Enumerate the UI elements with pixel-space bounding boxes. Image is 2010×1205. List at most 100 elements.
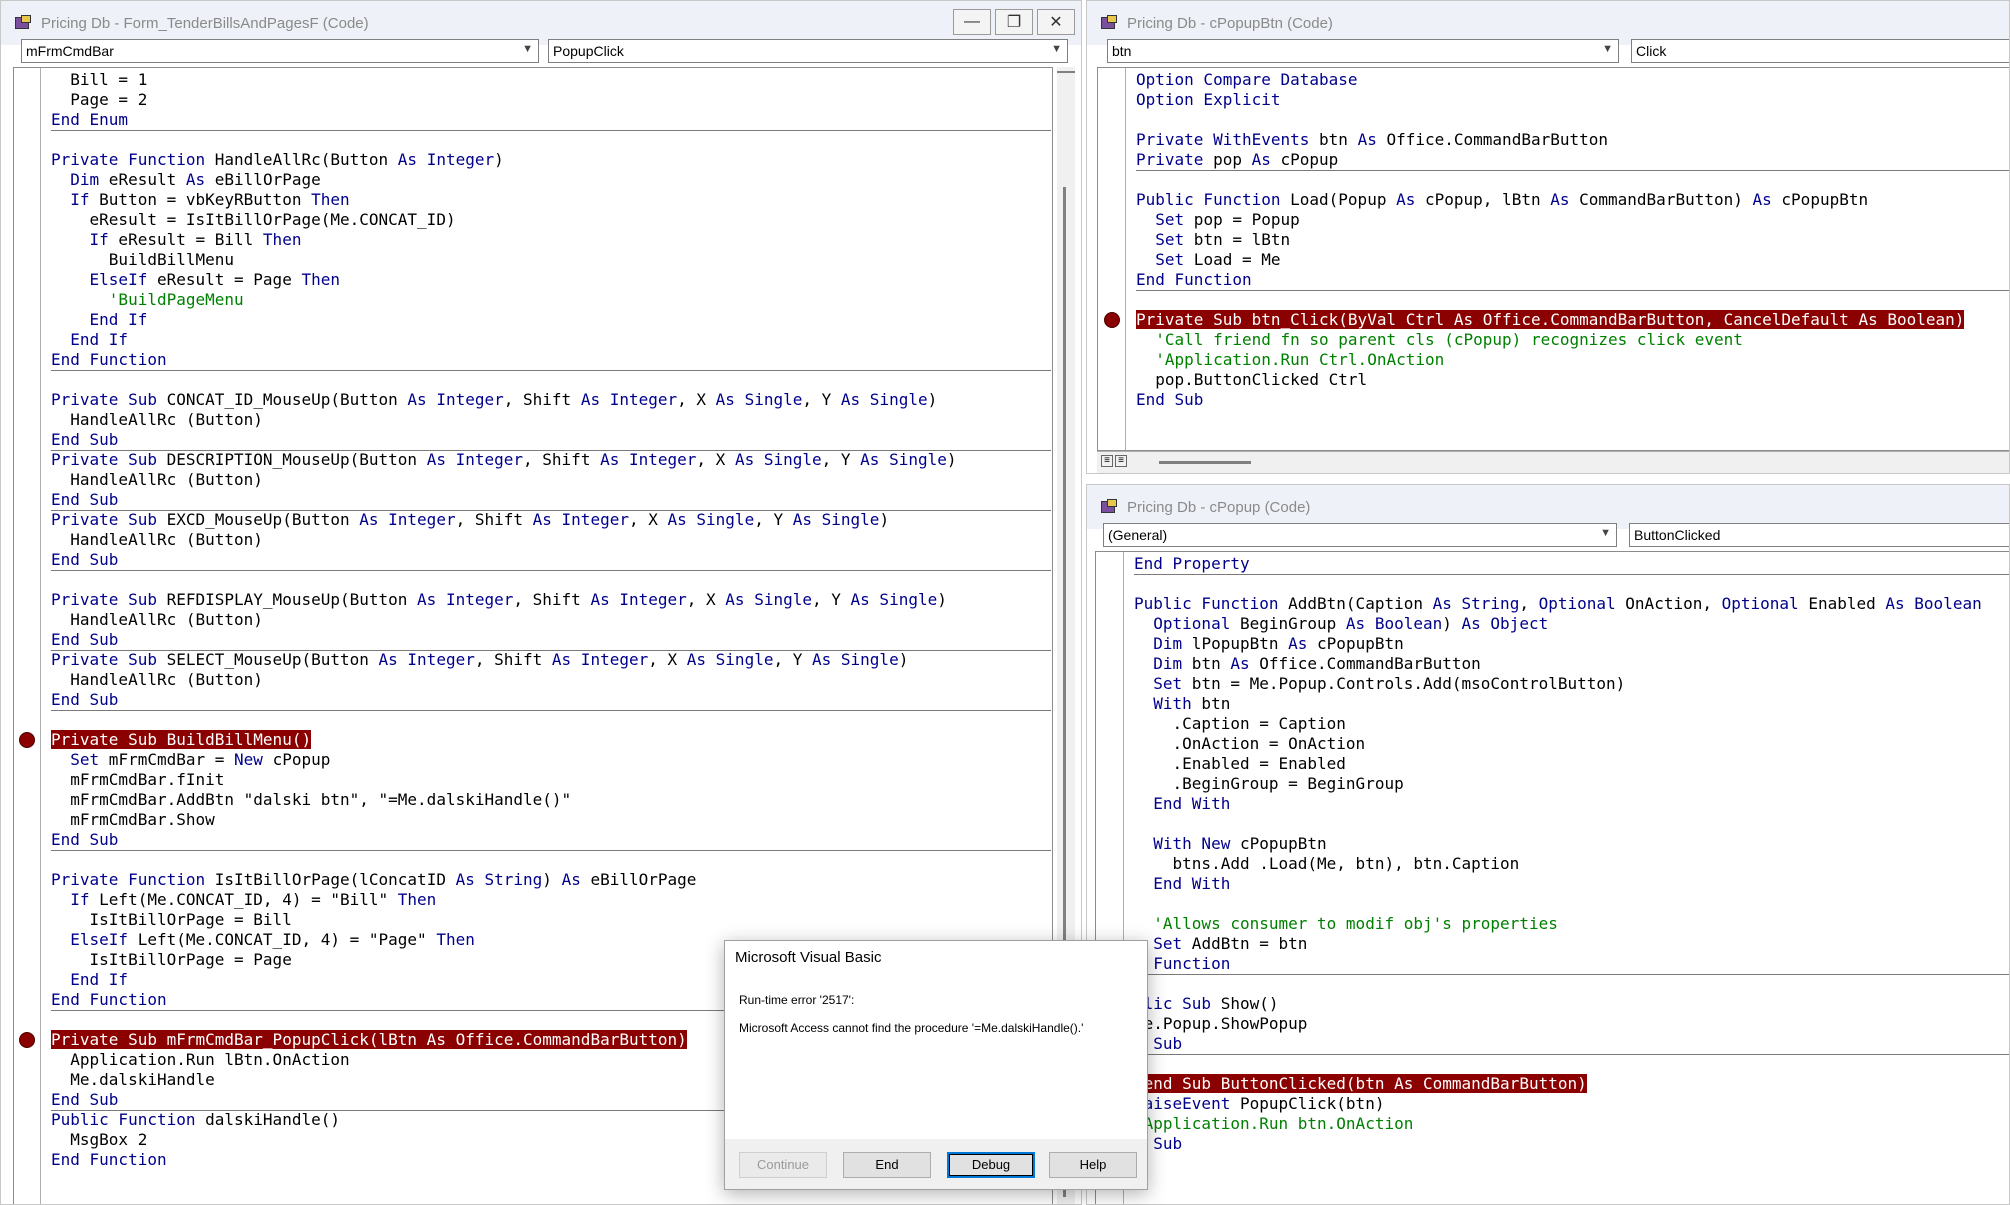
code-line[interactable]: End Sub (51, 490, 118, 510)
code-line[interactable]: Option Compare Database (1136, 70, 1358, 90)
code-line[interactable]: d Function (1134, 954, 1230, 974)
code-line[interactable]: Set btn = lBtn (1136, 230, 1290, 250)
code-line[interactable]: ElseIf eResult = Page Then (51, 270, 340, 290)
code-line[interactable]: End Sub (1136, 390, 1203, 410)
procedure-combo[interactable]: PopupClick ▼ (548, 39, 1068, 63)
code-line[interactable]: If Left(Me.CONCAT_ID, 4) = "Bill" Then (51, 890, 436, 910)
object-combo[interactable]: (General) ▼ (1103, 523, 1617, 547)
code-line[interactable]: End If (51, 310, 148, 330)
debug-button[interactable]: Debug (947, 1152, 1035, 1178)
close-button[interactable]: ✕ (1037, 9, 1075, 35)
code-line[interactable]: Private Sub CONCAT_ID_MouseUp(Button As … (51, 390, 937, 410)
chevron-down-icon[interactable]: ▼ (522, 43, 533, 55)
code-text[interactable]: Option Compare Database Option Explicit Pr… (1136, 70, 2009, 440)
code-line[interactable]: HandleAllRc (Button) (51, 610, 263, 630)
code-line[interactable]: MsgBox 2 (51, 1130, 147, 1150)
code-pane[interactable]: Option Compare Database Option Explicit Pr… (1097, 67, 2009, 451)
code-line[interactable]: Private Sub mFrmCmdBar_PopupClick(lBtn A… (51, 1030, 687, 1050)
code-line[interactable]: HandleAllRc (Button) (51, 410, 263, 430)
horizontal-scrollbar-thumb[interactable] (1159, 461, 1251, 464)
procedure-combo[interactable]: Click (1631, 39, 2009, 63)
full-module-view-icon[interactable]: ≡ (1115, 455, 1127, 467)
object-combo[interactable]: mFrmCmdBar ▼ (21, 39, 539, 63)
end-button[interactable]: End (843, 1152, 931, 1178)
code-line[interactable]: HandleAllRc (Button) (51, 470, 263, 490)
code-line[interactable]: pop.ButtonClicked Ctrl (1136, 370, 1367, 390)
code-line[interactable]: Set btn = Me.Popup.Controls.Add(msoContr… (1134, 674, 1625, 694)
code-line[interactable]: Dim lPopupBtn As cPopupBtn (1134, 634, 1403, 654)
code-line[interactable]: Private Function HandleAllRc(Button As I… (51, 150, 504, 170)
code-line[interactable]: Private Sub EXCD_MouseUp(Button As Integ… (51, 510, 889, 530)
code-text[interactable]: End Property Public Function AddBtn(Capti… (1134, 554, 2009, 1194)
code-line[interactable]: End Enum (51, 110, 128, 130)
code-line[interactable]: Private WithEvents btn As Office.Command… (1136, 130, 1608, 150)
code-line[interactable]: Set pop = Popup (1136, 210, 1300, 230)
code-line[interactable]: Set mFrmCmdBar = New cPopup (51, 750, 330, 770)
code-line[interactable]: End Function (51, 1150, 167, 1170)
code-line[interactable]: Page = 2 (51, 90, 147, 110)
minimize-button[interactable]: — (953, 9, 991, 35)
code-line[interactable]: 'Application.Run Ctrl.OnAction (1136, 350, 1444, 370)
code-line[interactable]: mFrmCmdBar.fInit (51, 770, 224, 790)
code-line[interactable]: End Sub (51, 550, 118, 570)
procedure-combo[interactable]: ButtonClicked (1629, 523, 2009, 547)
help-button[interactable]: Help (1049, 1152, 1137, 1178)
code-line[interactable]: Set AddBtn = btn (1134, 934, 1307, 954)
code-line[interactable]: Me.dalskiHandle (51, 1070, 215, 1090)
code-line[interactable]: iend Sub ButtonClicked(btn As CommandBar… (1134, 1074, 1587, 1094)
code-line[interactable]: eResult = IsItBillOrPage(Me.CONCAT_ID) (51, 210, 456, 230)
code-line[interactable]: End With (1134, 874, 1230, 894)
code-line[interactable]: IsItBillOrPage = Page (51, 950, 292, 970)
code-line[interactable]: Private Sub BuildBillMenu() (51, 730, 312, 750)
code-line[interactable]: End Sub (51, 630, 118, 650)
code-line[interactable]: Private Sub DESCRIPTION_MouseUp(Button A… (51, 450, 957, 470)
code-line[interactable]: 'Allows consumer to modif obj's properti… (1134, 914, 1558, 934)
code-line[interactable]: Private pop As cPopup (1136, 150, 1338, 170)
code-line[interactable]: End Sub (51, 830, 118, 850)
continue-button[interactable]: Continue (739, 1152, 827, 1178)
breakpoint-icon[interactable] (19, 732, 35, 748)
code-line[interactable]: .Caption = Caption (1134, 714, 1346, 734)
code-line[interactable]: RaiseEvent PopupClick(btn) (1134, 1094, 1384, 1114)
code-line[interactable]: Private Sub SELECT_MouseUp(Button As Int… (51, 650, 908, 670)
breakpoint-icon[interactable] (1104, 312, 1120, 328)
code-line[interactable]: ElseIf Left(Me.CONCAT_ID, 4) = "Page" Th… (51, 930, 475, 950)
code-line[interactable]: IsItBillOrPage = Bill (51, 910, 292, 930)
code-pane[interactable]: End Property Public Function AddBtn(Capti… (1095, 551, 2009, 1204)
code-line[interactable]: mFrmCmdBar.AddBtn "dalski btn", "=Me.dal… (51, 790, 571, 810)
chevron-down-icon[interactable]: ▼ (1051, 43, 1062, 55)
code-line[interactable]: With btn (1134, 694, 1230, 714)
code-line[interactable]: Dim eResult As eBillOrPage (51, 170, 320, 190)
code-line[interactable]: Private Sub REFDISPLAY_MouseUp(Button As… (51, 590, 947, 610)
code-line[interactable]: Public Function dalskiHandle() (51, 1110, 340, 1130)
code-line[interactable]: End Function (51, 990, 167, 1010)
code-line[interactable]: Application.Run lBtn.OnAction (51, 1050, 349, 1070)
code-line[interactable]: End Property (1134, 554, 1250, 574)
code-line[interactable]: End Sub (51, 690, 118, 710)
code-line[interactable]: 'Application.Run btn.OnAction (1134, 1114, 1413, 1134)
code-line[interactable]: 'BuildPageMenu (51, 290, 244, 310)
code-line[interactable]: Public Function AddBtn(Caption As String… (1134, 594, 1982, 614)
code-line[interactable]: Bill = 1 (51, 70, 147, 90)
maximize-button[interactable]: ❐ (995, 9, 1033, 35)
code-line[interactable]: .Enabled = Enabled (1134, 754, 1346, 774)
code-line[interactable]: If Button = vbKeyRButton Then (51, 190, 349, 210)
code-line[interactable]: Public Function Load(Popup As cPopup, lB… (1136, 190, 1868, 210)
code-line[interactable]: HandleAllRc (Button) (51, 670, 263, 690)
code-line[interactable]: If eResult = Bill Then (51, 230, 302, 250)
code-line[interactable]: With New cPopupBtn (1134, 834, 1326, 854)
dialog-title[interactable]: Microsoft Visual Basic (725, 941, 1147, 975)
code-line[interactable]: Optional BeginGroup As Boolean) As Objec… (1134, 614, 1548, 634)
code-line[interactable]: Private Function IsItBillOrPage(lConcatI… (51, 870, 696, 890)
code-line[interactable]: End Function (51, 350, 167, 370)
code-line[interactable]: 'Call friend fn so parent cls (cPopup) r… (1136, 330, 1743, 350)
object-combo[interactable]: btn ▼ (1107, 39, 1619, 63)
code-line[interactable]: Me.Popup.ShowPopup (1134, 1014, 1307, 1034)
code-line[interactable]: End If (51, 330, 128, 350)
code-line[interactable]: Private Sub btn_Click(ByVal Ctrl As Offi… (1136, 310, 1965, 330)
code-line[interactable]: Dim btn As Office.CommandBarButton (1134, 654, 1481, 674)
margin-indicator-bar[interactable] (1098, 68, 1126, 450)
code-line[interactable]: BuildBillMenu (51, 250, 234, 270)
breakpoint-icon[interactable] (19, 1032, 35, 1048)
code-line[interactable]: Set Load = Me (1136, 250, 1280, 270)
